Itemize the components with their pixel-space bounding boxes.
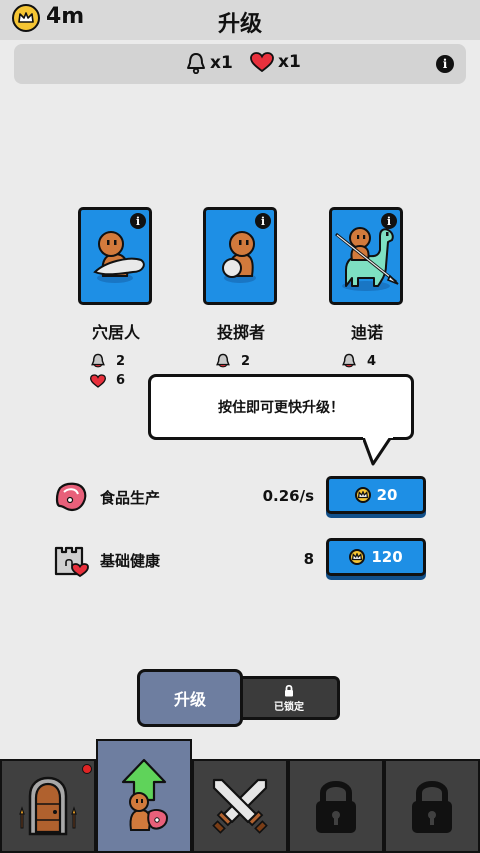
tooltip-tail [363,436,393,466]
info-icon[interactable]: i [436,55,454,73]
tab-locked[interactable]: 已锁定 [238,676,340,720]
nav-item-castle[interactable] [0,759,96,853]
tab-upgrade-label: 升级 [173,690,206,709]
crown-coin-icon [354,487,371,503]
upgrade-value: 0.26/s [262,487,314,505]
upgrade-label: 基础健康 [100,552,161,570]
crossed-swords-icon [212,778,268,834]
upgrade-label: 食品生产 [100,489,161,507]
bell-icon [187,53,205,74]
unit-card[interactable]: i [203,207,277,305]
nav-item-locked-1[interactable] [288,759,384,853]
attack-multiplier-value: x1 [210,53,233,73]
cost-label: 120 [371,548,403,566]
attack-value: 4 [367,353,377,369]
crown-coin-icon [349,549,366,565]
hold-to-upgrade-tooltip: 按住即可更快升级！ [148,374,414,440]
nav-item-upgrade[interactable] [96,739,192,853]
bell-icon [91,353,105,368]
attack-value: 2 [116,353,126,369]
tab-locked-label: 已锁定 [274,701,304,713]
lock-icon [316,781,356,833]
unit-health: 6 [90,373,125,388]
cost-label: 20 [376,486,398,504]
health-multiplier: x1 [250,52,301,72]
lock-icon [285,684,293,696]
nav-item-battle[interactable] [192,759,288,853]
multiplier-bar: x1 x1 i [14,44,466,84]
unit-card[interactable]: i [329,207,403,305]
unit-attack: 2 [90,353,125,369]
unit-name: 穴居人 [91,323,140,342]
caveman-icon [93,231,145,283]
unit-name: 迪诺 [350,323,383,342]
bell-icon [216,353,230,368]
unit-name: 投掷者 [216,323,265,342]
tab-upgrade[interactable]: 升级 [137,669,243,727]
page-title: 升级 [217,12,262,37]
lock-icon [412,781,452,833]
heart-icon [250,52,274,72]
top-bar: 4m 升级 [0,0,480,40]
upgrade-arrow-icon [121,758,169,831]
notification-badge [82,764,92,774]
unit-dino[interactable]: i 迪诺 4 [329,207,405,369]
meat-icon [55,482,87,512]
buy-base-health-button[interactable]: 120 [326,538,426,576]
heart-icon [90,373,106,388]
nav-item-locked-2[interactable] [384,759,480,853]
unit-attack: 2 [215,353,250,369]
unit-caveman[interactable]: i 穴居人 2 6 [78,207,154,388]
dino-rider-icon [335,227,399,291]
upgrade-value: 8 [303,550,314,568]
unit-attack: 4 [341,353,376,369]
tooltip-text: 按住即可更快升级！ [218,400,344,416]
thrower-icon [222,231,256,283]
attack-multiplier: x1 [186,52,233,74]
castle-heart-icon [54,546,89,578]
door-icon [19,776,77,836]
health-multiplier-value: x1 [278,52,301,72]
buy-food-production-button[interactable]: 20 [326,476,426,514]
unit-thrower[interactable]: i 投掷者 2 [203,207,279,369]
bottom-navigation [0,739,480,853]
attack-value: 2 [241,353,251,369]
health-value: 6 [116,373,126,388]
bell-icon [342,353,356,368]
unit-card[interactable]: i [78,207,152,305]
